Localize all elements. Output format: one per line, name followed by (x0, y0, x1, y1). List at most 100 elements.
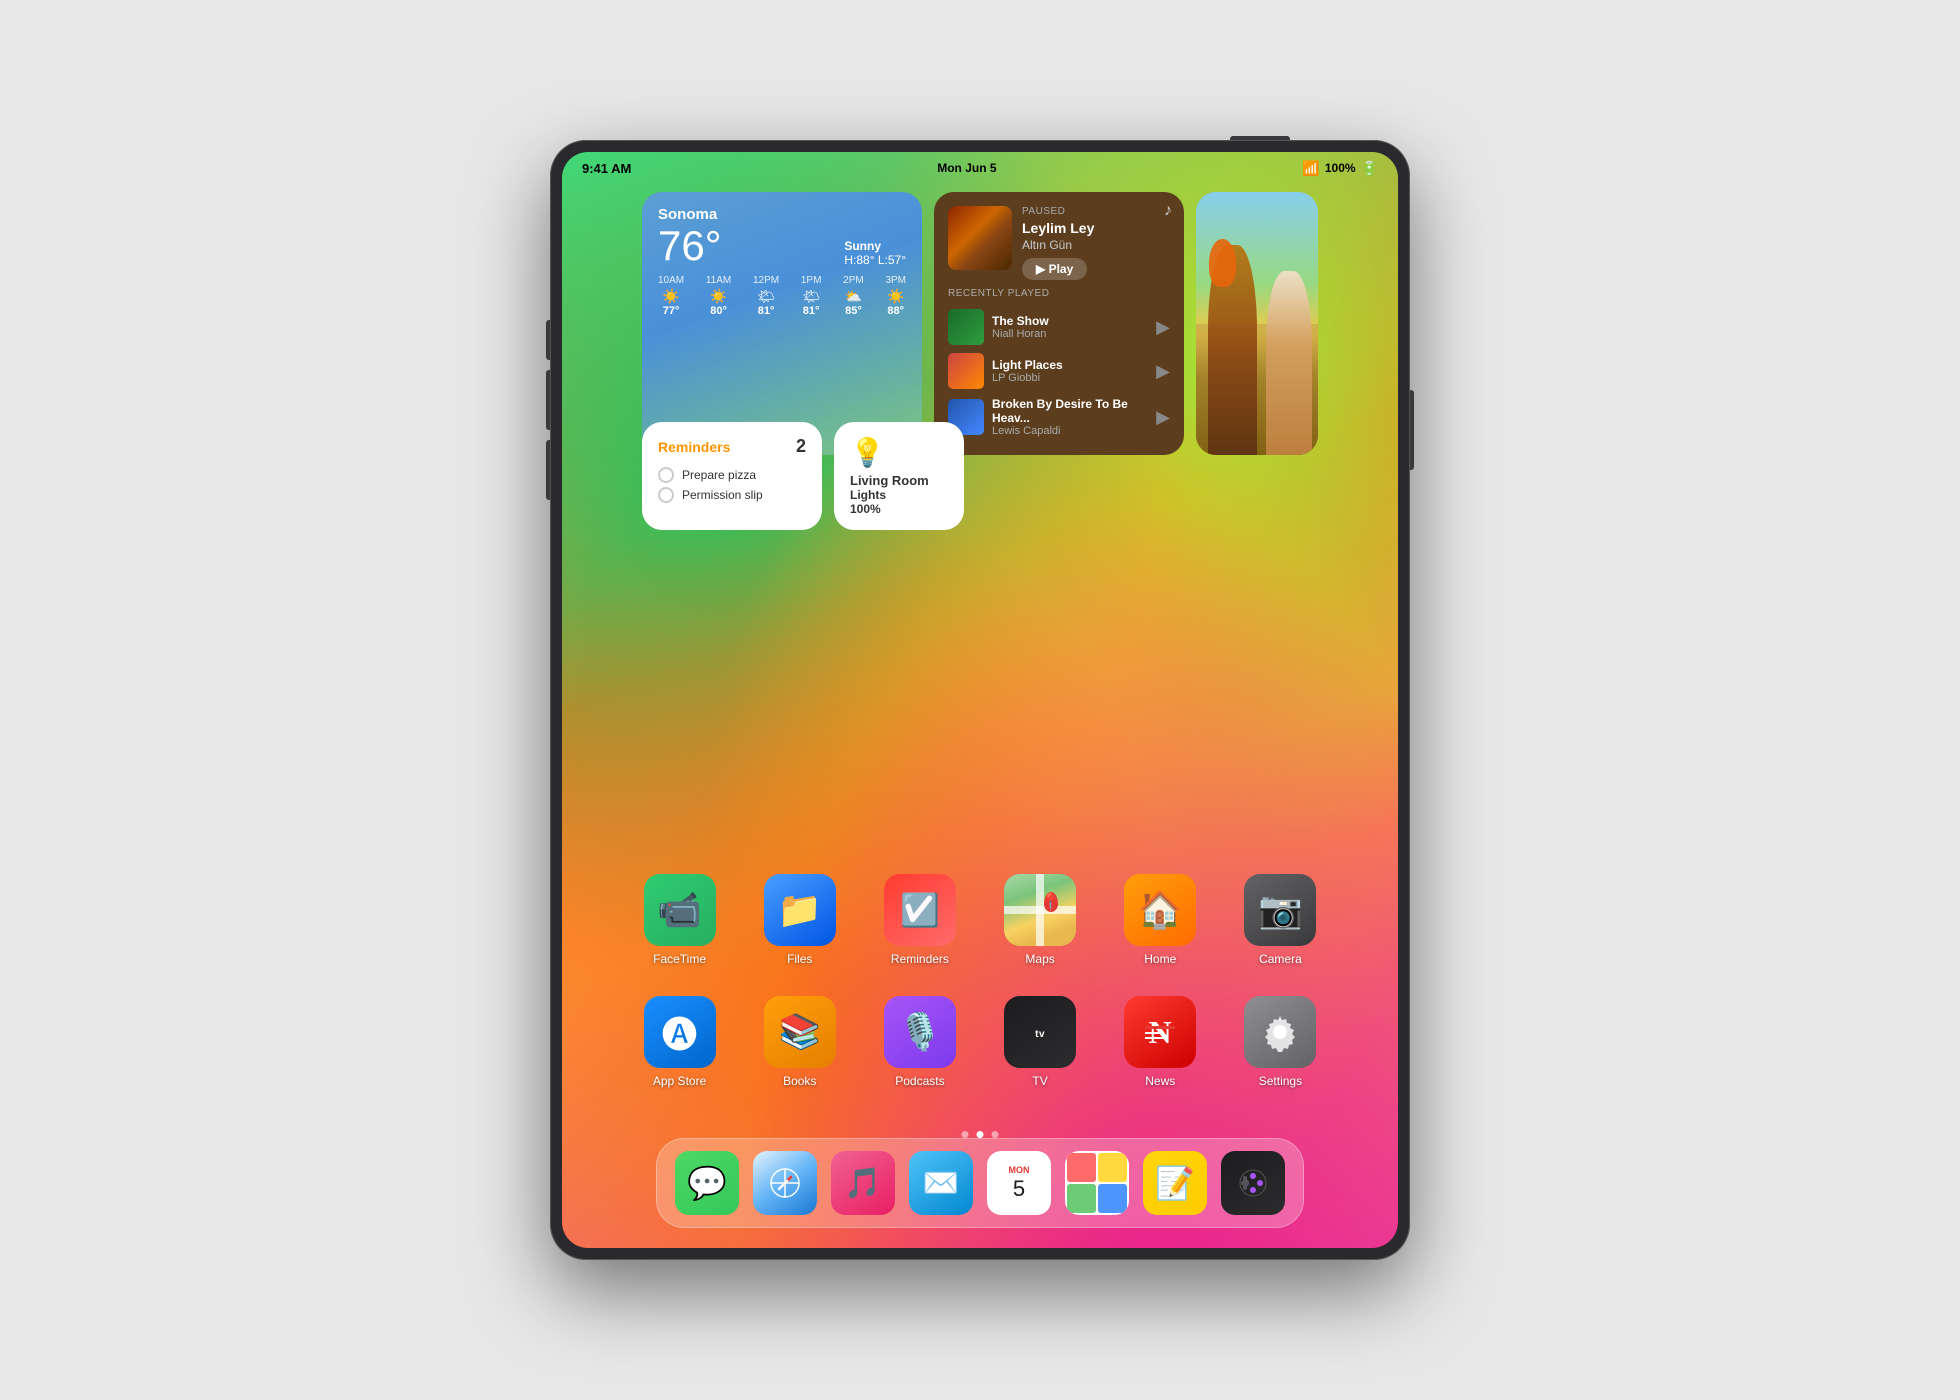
recent-track-3[interactable]: Broken By Desire To Be Heav... Lewis Cap… (948, 393, 1170, 441)
app-tv[interactable]: tv TV (1003, 996, 1078, 1088)
app-maps[interactable]: 📍 Maps (1003, 874, 1078, 966)
power-button[interactable] (1410, 390, 1414, 470)
app-camera-label: Camera (1259, 952, 1302, 966)
calendar-num: 5 (1013, 1176, 1025, 1202)
news-icon: N (1124, 996, 1196, 1068)
reminders-app-icon: ☑️ (884, 874, 956, 946)
app-facetime[interactable]: 📹 FaceTime (642, 874, 717, 966)
battery-level: 100% (1325, 161, 1356, 175)
homekit-widget[interactable]: 💡 Living Room Lights 100% (834, 422, 964, 530)
maps-icon: 📍 (1004, 874, 1076, 946)
homekit-device: Lights (850, 488, 948, 502)
dock-notes[interactable]: 📝 (1143, 1151, 1207, 1215)
dock-photos[interactable] (1065, 1151, 1129, 1215)
recent-track-2[interactable]: Light Places LP Giobbi ▶ (948, 349, 1170, 393)
app-facetime-label: FaceTime (653, 952, 706, 966)
play-track-2[interactable]: ▶ (1156, 361, 1170, 382)
app-maps-label: Maps (1025, 952, 1054, 966)
app-camera[interactable]: 📷 Camera (1243, 874, 1318, 966)
app-appstore-label: App Store (653, 1074, 706, 1088)
volume-down-button[interactable] (546, 370, 550, 430)
app-reminders-label: Reminders (891, 952, 949, 966)
page-dot-3[interactable] (992, 1131, 999, 1138)
photo-image (1196, 192, 1318, 455)
app-home-label: Home (1144, 952, 1176, 966)
books-icon: 📚 (764, 996, 836, 1068)
silent-button[interactable] (546, 440, 550, 500)
app-podcasts[interactable]: 🎙️ Podcasts (882, 996, 957, 1088)
now-playing: PAUSED Leylim Ley Altın Gün ▶ Play (948, 206, 1170, 280)
play-button[interactable]: ▶ Play (1022, 258, 1087, 280)
app-books-label: Books (783, 1074, 816, 1088)
reminders-widget[interactable]: Reminders 2 Prepare pizza Permission sli… (642, 422, 822, 530)
wifi-icon: 📶 (1302, 160, 1319, 177)
dock-messages[interactable]: 💬 (675, 1151, 739, 1215)
reminder-1-circle (658, 467, 674, 483)
music-note-icon: ♪ (1164, 202, 1172, 220)
recent-track-1[interactable]: The Show Niall Horan ▶ (948, 305, 1170, 349)
forecast-10am: 10AM ☀️ 77° (658, 275, 684, 317)
dock-music[interactable]: 🎵 (831, 1151, 895, 1215)
volume-up-button[interactable] (546, 320, 550, 360)
music-widget[interactable]: ♪ PAUSED Leylim Ley Altın Gün ▶ Play REC… (934, 192, 1184, 455)
play-track-3[interactable]: ▶ (1156, 407, 1170, 428)
page-dots (962, 1131, 999, 1138)
weather-temp: 76° (658, 225, 722, 267)
forecast-2pm: 2PM ⛅ 85° (843, 275, 864, 317)
reminder-1[interactable]: Prepare pizza (658, 465, 806, 485)
weather-city: Sonoma (658, 206, 906, 223)
reminders-count: 2 (796, 436, 806, 457)
forecast-1pm: 1PM 🌤 81° (801, 275, 822, 317)
forecast-12pm: 12PM 🌤 81° (753, 275, 779, 317)
app-home[interactable]: 🏠 Home (1123, 874, 1198, 966)
play-track-1[interactable]: ▶ (1156, 317, 1170, 338)
recently-played-label: RECENTLY PLAYED (948, 288, 1170, 299)
status-bar: 9:41 AM Mon Jun 5 📶 100% 🔋 (562, 152, 1398, 184)
status-date: Mon Jun 5 (937, 161, 996, 175)
app-podcasts-label: Podcasts (895, 1074, 944, 1088)
weather-description: Sunny H:88° L:57° (844, 239, 906, 267)
battery-icon: 🔋 (1361, 160, 1378, 177)
reminder-1-text: Prepare pizza (682, 468, 756, 482)
ipad-screen: 9:41 AM Mon Jun 5 📶 100% 🔋 Sonoma 76° Su… (562, 152, 1398, 1248)
album-art (948, 206, 1012, 270)
forecast-11am: 11AM ☀️ 80° (706, 275, 731, 317)
dock-safari[interactable] (753, 1151, 817, 1215)
reminder-2-text: Permission slip (682, 488, 763, 502)
dock-arcade[interactable] (1221, 1151, 1285, 1215)
app-row-2: 🅐 App Store 📚 Books 🎙️ Podcasts (642, 996, 1318, 1088)
homekit-room: Living Room (850, 473, 948, 488)
recent-art-1 (948, 309, 984, 345)
app-books[interactable]: 📚 Books (762, 996, 837, 1088)
ipad-device: 9:41 AM Mon Jun 5 📶 100% 🔋 Sonoma 76° Su… (550, 140, 1410, 1260)
app-reminders[interactable]: ☑️ Reminders (882, 874, 957, 966)
dock-calendar[interactable]: MON 5 (987, 1151, 1051, 1215)
app-grid: 📹 FaceTime 📁 Files ☑️ Reminders (562, 874, 1398, 1088)
widgets-row2: Reminders 2 Prepare pizza Permission sli… (642, 422, 964, 530)
app-files[interactable]: 📁 Files (762, 874, 837, 966)
top-button[interactable] (1230, 136, 1290, 140)
appstore-icon: 🅐 (644, 996, 716, 1068)
page-dot-2[interactable] (977, 1131, 984, 1138)
photos-widget[interactable] (1196, 192, 1318, 455)
calendar-day: MON (1009, 1165, 1030, 1175)
recent-art-2 (948, 353, 984, 389)
app-tv-label: TV (1032, 1074, 1047, 1088)
weather-forecast: 10AM ☀️ 77° 11AM ☀️ 80° 12PM 🌤 81° (658, 275, 906, 317)
homekit-bulb-icon: 💡 (850, 436, 948, 469)
app-news-label: News (1145, 1074, 1175, 1088)
facetime-icon: 📹 (644, 874, 716, 946)
app-settings[interactable]: Settings (1243, 996, 1318, 1088)
app-appstore[interactable]: 🅐 App Store (642, 996, 717, 1088)
weather-widget[interactable]: Sonoma 76° Sunny H:88° L:57° 10AM ☀️ 77° (642, 192, 922, 455)
app-files-label: Files (787, 952, 812, 966)
dock-mail[interactable]: ✉️ (909, 1151, 973, 1215)
reminders-title: Reminders (658, 439, 730, 455)
camera-icon: 📷 (1244, 874, 1316, 946)
reminder-2[interactable]: Permission slip (658, 485, 806, 505)
reminder-2-circle (658, 487, 674, 503)
page-dot-1[interactable] (962, 1131, 969, 1138)
app-news[interactable]: N News (1123, 996, 1198, 1088)
files-icon: 📁 (764, 874, 836, 946)
forecast-3pm: 3PM ☀️ 88° (885, 275, 906, 317)
